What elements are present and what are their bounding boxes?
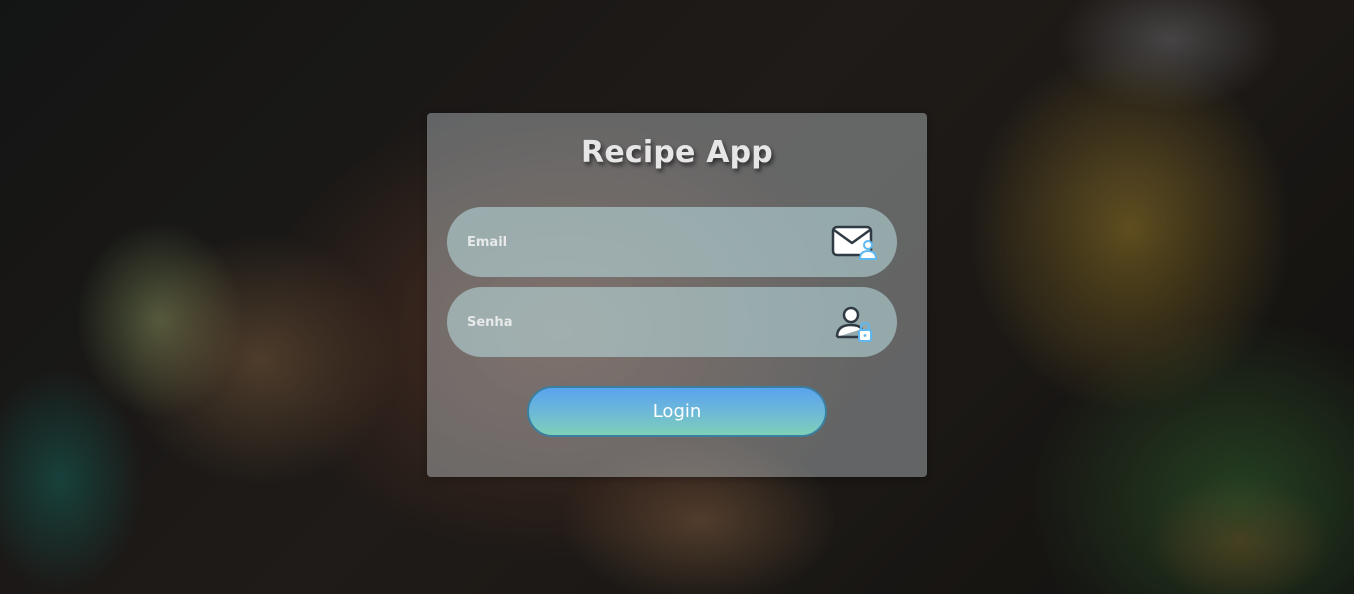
login-button[interactable]: Login — [527, 386, 827, 437]
user-lock-icon — [831, 303, 877, 343]
password-field[interactable] — [447, 287, 847, 357]
login-card: Recipe App Login — [427, 113, 927, 477]
email-field[interactable] — [447, 207, 847, 277]
password-field-wrapper — [447, 287, 897, 357]
page-title: Recipe App — [581, 135, 773, 170]
email-field-wrapper — [447, 207, 897, 277]
mail-user-icon — [831, 223, 878, 263]
